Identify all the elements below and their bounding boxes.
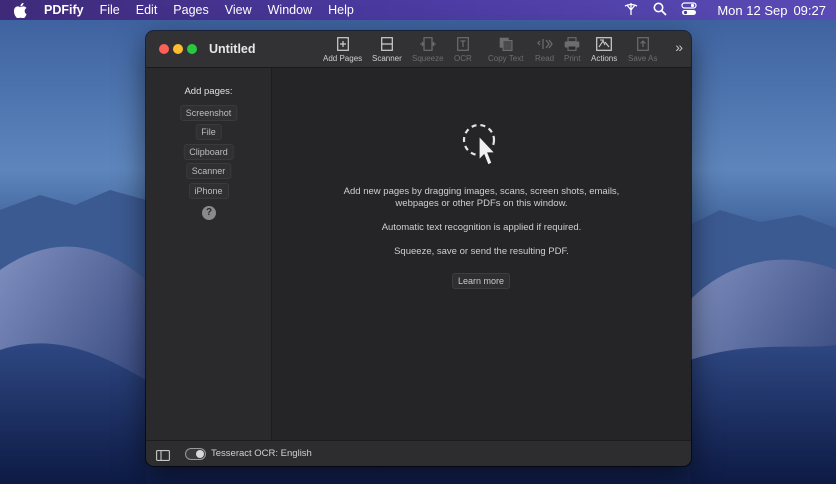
toolbar-print-button[interactable]: Print (564, 36, 580, 63)
toolbar-ocr-button[interactable]: OCR (454, 36, 472, 63)
toggle-knob (196, 450, 204, 458)
pdfify-window: Untitled Add Pages Scanner Squeeze OCR C… (146, 31, 691, 466)
save-as-icon (636, 36, 649, 52)
instructions-squeeze-note: Squeeze, save or send the resulting PDF. (394, 246, 569, 257)
instructions-line-1: Add new pages by dragging images, scans,… (343, 186, 620, 197)
apple-logo-icon[interactable] (14, 2, 30, 18)
squeeze-icon (419, 36, 436, 52)
clock-time: 09:27 (793, 2, 826, 18)
toolbar-copy-text-button[interactable]: Copy Text (488, 36, 523, 63)
window-zoom-button[interactable] (187, 44, 197, 54)
menu-bar-clock[interactable]: Mon 12 Sep 09:27 (711, 3, 826, 18)
clock-date: Mon 12 Sep (717, 2, 788, 18)
add-file-button[interactable]: File (195, 124, 222, 140)
read-aloud-icon (536, 36, 553, 52)
window-minimize-button[interactable] (173, 44, 183, 54)
sidebar-toggle-icon[interactable] (156, 448, 170, 466)
learn-more-button[interactable]: Learn more (452, 273, 511, 289)
menu-view[interactable]: View (225, 3, 252, 17)
add-pages-icon (336, 36, 349, 52)
toolbar-overflow-chevron-icon[interactable]: » (675, 39, 683, 55)
menu-file[interactable]: File (100, 3, 120, 17)
toolbar-read-button[interactable]: Read (535, 36, 554, 63)
menu-edit[interactable]: Edit (136, 3, 158, 17)
window-title: Untitled (209, 42, 256, 56)
menu-bar: PDFify File Edit Pages View Window Help … (0, 0, 836, 20)
instructions-ocr-note: Automatic text recognition is applied if… (381, 222, 582, 233)
add-scanner-button[interactable]: Scanner (185, 163, 232, 179)
printer-icon (564, 36, 580, 52)
toolbar-add-pages-button[interactable]: Add Pages (323, 36, 362, 63)
toolbar-save-as-button[interactable]: Save As (628, 36, 657, 63)
window-close-button[interactable] (159, 44, 169, 54)
control-center-icon[interactable] (681, 1, 697, 19)
drop-area[interactable]: Add new pages by dragging images, scans,… (272, 68, 691, 440)
add-iphone-button[interactable]: iPhone (188, 183, 229, 199)
scanner-icon (380, 36, 393, 52)
ocr-language-label: Tesseract OCR: English (211, 448, 312, 459)
ocr-icon (456, 36, 469, 52)
toolbar-actions-button[interactable]: Actions (591, 36, 617, 63)
sidebar-heading: Add pages: (184, 86, 233, 97)
app-menu-pdfify[interactable]: PDFify (44, 3, 84, 17)
menu-pages[interactable]: Pages (173, 3, 208, 17)
add-screenshot-button[interactable]: Screenshot (179, 105, 238, 121)
copy-text-icon (499, 36, 513, 52)
instructions-line-2: webpages or other PDFs on this window. (395, 198, 568, 209)
spotlight-search-icon[interactable] (653, 2, 667, 19)
menu-bar-extras: Mon 12 Sep 09:27 (623, 0, 826, 20)
ocr-toggle-switch[interactable] (185, 448, 206, 460)
pdfify-status-icon[interactable] (623, 2, 639, 19)
help-button[interactable]: ? (202, 206, 216, 220)
add-clipboard-button[interactable]: Clipboard (183, 144, 234, 160)
actions-icon (596, 36, 613, 52)
menu-window[interactable]: Window (268, 3, 312, 17)
bottom-status-bar: Tesseract OCR: English (146, 440, 691, 466)
menu-help[interactable]: Help (328, 3, 354, 17)
toolbar-scanner-button[interactable]: Scanner (372, 36, 402, 63)
toolbar-squeeze-button[interactable]: Squeeze (412, 36, 444, 63)
add-pages-sidebar: Add pages: Screenshot File Clipboard Sca… (146, 68, 272, 440)
window-titlebar: Untitled Add Pages Scanner Squeeze OCR C… (146, 31, 691, 68)
drag-cursor-icon (462, 123, 497, 166)
